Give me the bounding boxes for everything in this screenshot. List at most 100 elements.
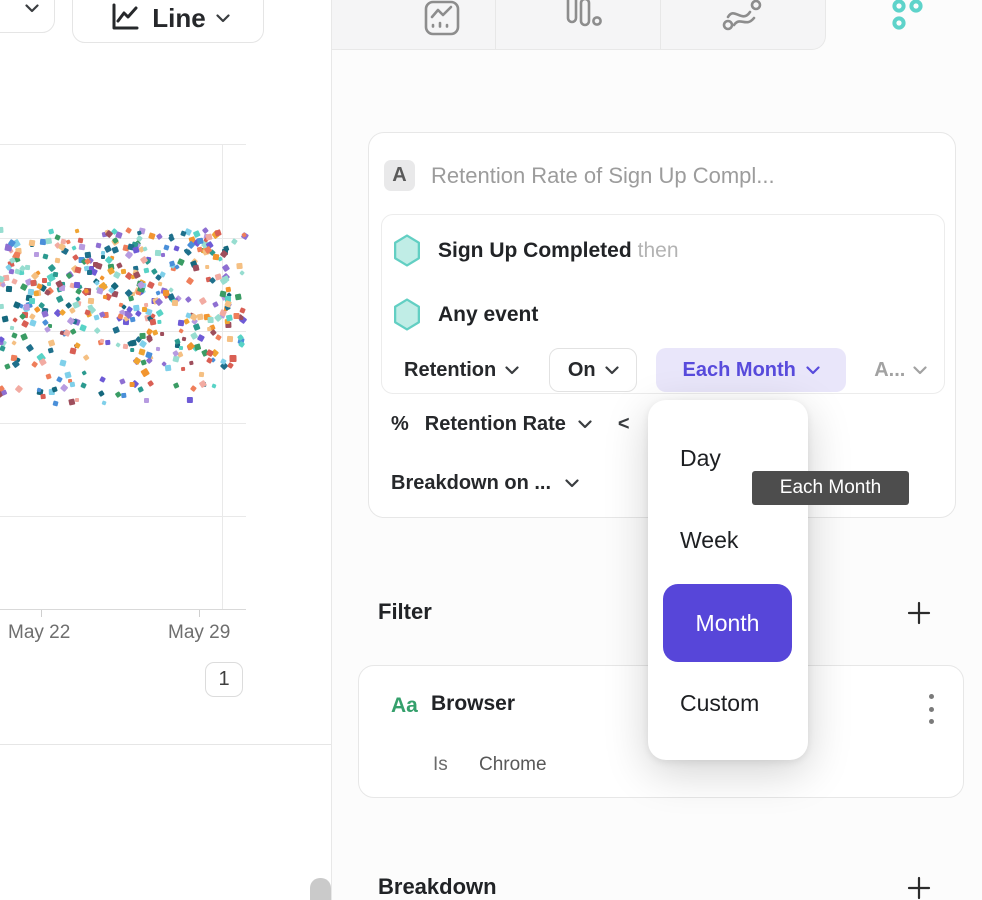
tab-bar-chart[interactable]	[532, 0, 632, 50]
scatter-point	[212, 301, 219, 308]
scatter-point	[47, 282, 51, 286]
add-filter-button[interactable]	[906, 600, 932, 626]
tab-flow-chart[interactable]	[692, 0, 792, 50]
scatter-point	[65, 371, 72, 378]
menu-item-week[interactable]: Week	[680, 527, 738, 554]
scatter-point	[171, 300, 177, 306]
scatter-point	[31, 280, 37, 286]
collapsed-dropdown-button[interactable]	[0, 0, 55, 33]
scatter-point	[189, 360, 194, 365]
event-name: Any event	[438, 303, 538, 327]
scatter-point	[143, 246, 148, 251]
add-breakdown-button[interactable]	[906, 875, 932, 900]
tab-scatter-chart[interactable]	[852, 0, 962, 50]
scatter-points	[0, 0, 331, 744]
event-hexagon-icon	[392, 298, 422, 331]
scatter-point	[5, 363, 11, 369]
scatter-point	[26, 343, 34, 351]
property-type-icon: Aa	[391, 694, 418, 718]
scatter-point	[187, 397, 193, 403]
events-card: Sign Up Completedthen Any event Retentio…	[381, 214, 945, 394]
query-title[interactable]: Retention Rate of Sign Up Compl...	[431, 163, 775, 189]
chevron-down-icon	[216, 14, 230, 23]
scatter-point	[192, 264, 199, 271]
scatter-point	[34, 252, 39, 257]
pagination-page-button[interactable]: 1	[205, 662, 243, 697]
chart-type-line-button[interactable]: Line	[72, 0, 264, 43]
tab-line-chart[interactable]	[392, 0, 492, 50]
scatter-point	[128, 296, 134, 302]
scatter-point	[230, 355, 237, 362]
scatter-point	[88, 298, 95, 305]
scatter-point	[59, 359, 66, 366]
filter-property-name: Browser	[431, 692, 515, 716]
scatter-point	[29, 240, 36, 247]
scatter-point	[78, 238, 84, 244]
left-scrollbar-thumb[interactable]	[310, 878, 331, 900]
scatter-point	[160, 253, 164, 257]
retention-dropdown[interactable]: Retention	[404, 359, 519, 382]
filter-value[interactable]: Chrome	[479, 754, 547, 776]
scatter-point	[0, 304, 4, 309]
scatter-point	[99, 376, 106, 383]
scatter-point	[129, 317, 135, 323]
scatter-point	[56, 376, 63, 383]
scatter-point	[152, 329, 158, 335]
line-chart-framed-icon	[422, 0, 462, 40]
scatter-point	[222, 264, 230, 272]
interval-dropdown[interactable]: Each Month	[656, 348, 846, 392]
scatter-point	[137, 386, 144, 393]
truncated-dropdown[interactable]: A...	[874, 359, 927, 382]
scatter-point	[135, 310, 141, 316]
scatter-point	[47, 348, 54, 355]
scatter-point	[112, 326, 120, 334]
scatter-point	[97, 287, 105, 295]
scatter-point	[169, 260, 175, 266]
scatter-point	[212, 254, 218, 260]
scatter-point	[29, 319, 36, 326]
scatter-point	[121, 268, 127, 274]
scatter-point	[52, 401, 58, 407]
scatter-point	[99, 275, 105, 281]
scatter-point	[130, 382, 135, 387]
breakdown-on-row[interactable]: Breakdown on ...	[391, 472, 579, 495]
scatter-point	[147, 380, 154, 387]
scatter-point	[168, 235, 175, 242]
scatter-point	[238, 341, 245, 348]
scatter-point	[98, 390, 105, 397]
menu-item-day[interactable]: Day	[680, 445, 721, 472]
flow-path-icon	[720, 0, 764, 40]
scatter-point	[12, 317, 18, 323]
scatter-point	[83, 288, 88, 293]
scatter-point	[78, 243, 85, 250]
measure-dropdown[interactable]: Retention Rate	[425, 413, 566, 436]
chart-type-label: Line	[152, 3, 205, 34]
event-suffix: then	[638, 239, 679, 262]
chart-card-bottom-divider	[0, 744, 331, 745]
scatter-point	[93, 314, 99, 320]
scatter-point	[111, 246, 119, 254]
scatter-point	[93, 262, 98, 267]
scatter-point	[2, 315, 9, 322]
filter-operator[interactable]: Is	[433, 754, 448, 776]
event-row-2[interactable]: Any event	[392, 298, 538, 331]
scatter-point	[68, 399, 75, 406]
scatter-point	[150, 318, 157, 325]
scatter-point	[156, 233, 163, 240]
scatter-point	[239, 270, 245, 276]
filter-options-kebab-icon[interactable]	[920, 692, 942, 726]
scatter-point	[140, 367, 149, 376]
angle-bracket[interactable]: <	[618, 413, 630, 436]
scatter-point	[119, 378, 125, 384]
on-dropdown[interactable]: On	[549, 348, 637, 392]
scatter-point	[214, 229, 222, 237]
scatter-point	[125, 226, 132, 233]
chevron-down-icon	[913, 366, 927, 375]
menu-item-month-selected[interactable]: Month	[663, 584, 792, 662]
scatter-point	[39, 358, 47, 366]
scatter-point	[115, 342, 121, 348]
event-row-1[interactable]: Sign Up Completedthen	[392, 234, 679, 267]
menu-item-custom[interactable]: Custom	[680, 690, 759, 717]
scatter-point	[94, 327, 100, 333]
scatter-point	[104, 339, 110, 345]
